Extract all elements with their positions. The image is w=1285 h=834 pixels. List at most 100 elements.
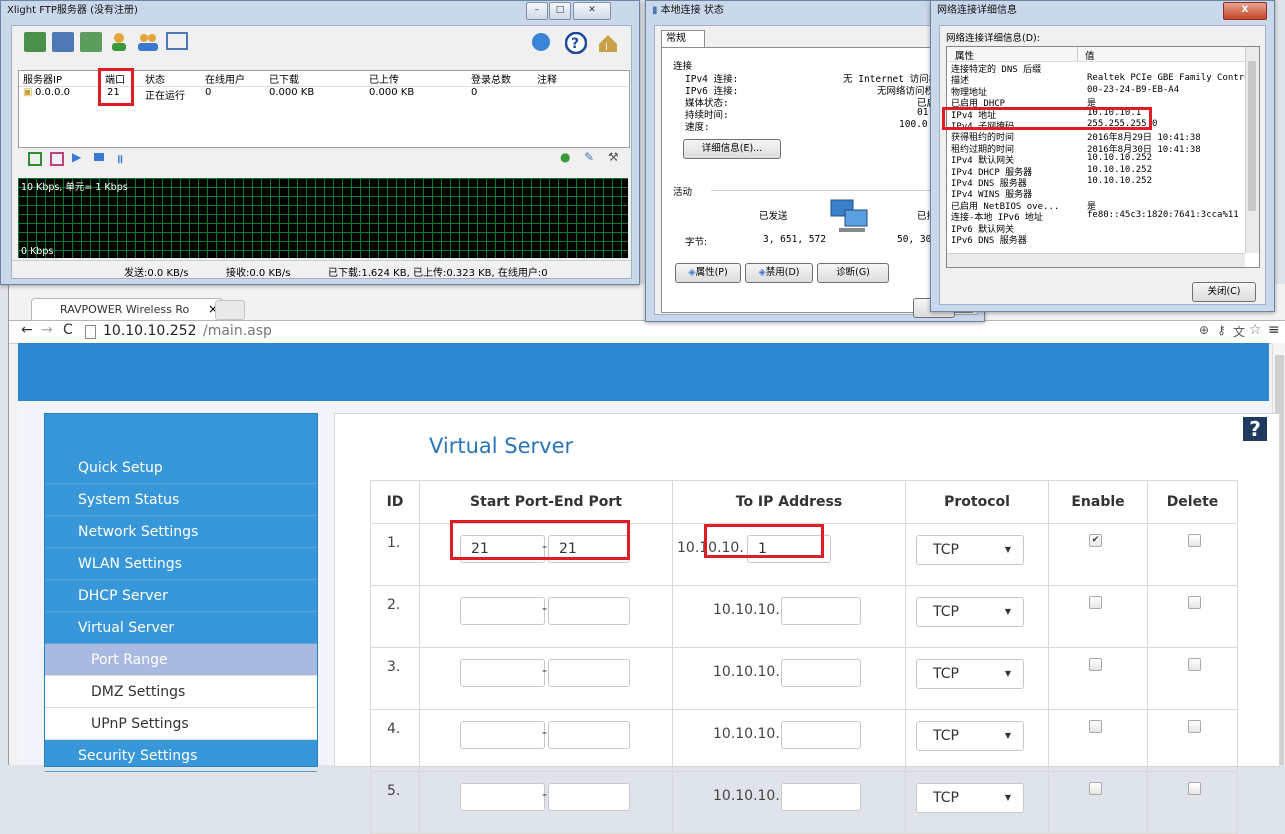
ip-last-octet-input[interactable] xyxy=(781,721,861,749)
protocol-select[interactable]: TCP xyxy=(916,659,1024,689)
protocol-select[interactable]: TCP xyxy=(916,597,1024,627)
remove-server-icon[interactable] xyxy=(52,32,74,52)
sidebar-item-dhcp-server[interactable]: DHCP Server xyxy=(45,580,317,612)
header-value[interactable]: 值 xyxy=(1085,48,1095,62)
menu-icon[interactable]: ≡ xyxy=(1268,322,1280,338)
header-uploaded[interactable]: 已上传 xyxy=(369,71,399,86)
detail-row-value[interactable]: 00-23-24-B9-EB-A4 xyxy=(1087,85,1179,95)
detail-row-value[interactable]: 10.10.10.252 xyxy=(1087,165,1152,175)
info-icon[interactable]: i xyxy=(597,32,619,53)
enable-checkbox[interactable]: ✔ xyxy=(1089,534,1102,547)
details-scrollbar[interactable] xyxy=(1245,47,1259,253)
stop-icon[interactable] xyxy=(50,152,64,166)
sidebar-item-quick-setup[interactable]: Quick Setup xyxy=(45,452,317,484)
end-port-input[interactable] xyxy=(548,721,630,749)
url-host[interactable]: 10.10.10.252 xyxy=(103,323,197,339)
enable-checkbox[interactable] xyxy=(1089,720,1102,733)
note-icon[interactable]: ✎ xyxy=(584,150,594,164)
header-ip[interactable]: 服务器IP xyxy=(23,71,62,86)
sidebar-item-wlan-settings[interactable]: WLAN Settings xyxy=(45,548,317,580)
delete-checkbox[interactable] xyxy=(1188,658,1201,671)
new-tab-button[interactable] xyxy=(215,300,245,320)
monitor-icon[interactable] xyxy=(166,32,188,50)
end-port-input[interactable] xyxy=(548,659,630,687)
key-icon[interactable]: ⚷ xyxy=(1217,323,1226,337)
ip-last-octet-input[interactable] xyxy=(781,597,861,625)
sidebar-subitem-dmz-settings[interactable]: DMZ Settings xyxy=(45,676,317,708)
cell-logins: 0 xyxy=(471,87,478,98)
detail-row-value[interactable]: 10.10.10.252 xyxy=(1087,153,1152,163)
help-icon[interactable]: ? xyxy=(564,31,588,55)
diagnose-button[interactable]: 诊断(G) xyxy=(817,263,889,283)
star-icon[interactable]: ☆ xyxy=(1249,322,1262,338)
header-downloaded[interactable]: 已下载 xyxy=(269,71,299,86)
disable-button[interactable]: ◈禁用(D) xyxy=(745,263,813,283)
refresh-globe-icon[interactable] xyxy=(530,32,552,52)
header-property[interactable]: 属性 xyxy=(955,48,974,62)
detail-row-property[interactable]: IPv6 DNS 服务器 xyxy=(951,233,1027,246)
end-port-input[interactable] xyxy=(548,783,630,811)
enable-checkbox[interactable] xyxy=(1089,596,1102,609)
sidebar-item-network-settings[interactable]: Network Settings xyxy=(45,516,317,548)
details-button[interactable]: 详细信息(E)... xyxy=(683,139,781,159)
protocol-select[interactable]: TCP xyxy=(916,535,1024,565)
start-icon[interactable] xyxy=(28,152,42,166)
ip-last-octet-input[interactable] xyxy=(781,783,861,811)
detail-row-value[interactable]: fe80::45c3:1820:7641:3cca%11 xyxy=(1087,210,1239,220)
tools-icon[interactable]: ⚒ xyxy=(608,150,619,164)
start-port-input[interactable] xyxy=(460,721,545,749)
back-arrow-icon[interactable]: ← xyxy=(21,322,33,338)
enable-checkbox[interactable] xyxy=(1089,782,1102,795)
sidebar-item-security-settings[interactable]: Security Settings xyxy=(45,740,317,772)
maximize-button[interactable]: □ xyxy=(549,2,571,20)
network-computers-icon xyxy=(827,198,877,239)
header-status[interactable]: 状态 xyxy=(145,71,165,86)
edit-server-icon[interactable] xyxy=(80,32,102,52)
delete-checkbox[interactable] xyxy=(1188,534,1201,547)
enable-checkbox[interactable] xyxy=(1089,658,1102,671)
sidebar-subitem-upnp-settings[interactable]: UPnP Settings xyxy=(45,708,317,740)
sidebar-subitem-port-range[interactable]: Port Range xyxy=(45,644,317,676)
delete-checkbox[interactable] xyxy=(1188,596,1201,609)
pause-icon[interactable]: ॥ xyxy=(116,150,123,167)
tab-general[interactable]: 常规 xyxy=(661,30,705,47)
sidebar-item-virtual-server[interactable]: Virtual Server xyxy=(45,612,317,644)
minimize-button[interactable]: – xyxy=(526,2,548,20)
start-port-input[interactable] xyxy=(460,659,545,687)
browser-tab[interactable]: RAVPOWER Wireless Ro × xyxy=(31,298,223,321)
help-button[interactable]: ? xyxy=(1243,417,1267,441)
start-port-input[interactable] xyxy=(460,783,545,811)
shield-icon: ◈ xyxy=(758,267,766,278)
url-path[interactable]: /main.asp xyxy=(203,323,272,339)
ip-last-octet-input[interactable] xyxy=(781,659,861,687)
reload-icon[interactable]: C xyxy=(63,322,73,338)
protocol-select[interactable]: TCP xyxy=(916,721,1024,751)
list-icon[interactable] xyxy=(94,153,104,161)
delete-checkbox[interactable] xyxy=(1188,782,1201,795)
header-logins[interactable]: 登录总数 xyxy=(471,71,511,86)
delete-checkbox[interactable] xyxy=(1188,720,1201,733)
details-client: 网络连接详细信息(D): 属性 值 连接特定的 DNS 后缀 描述 Realtek … xyxy=(939,25,1266,305)
play-icon[interactable]: ▶ xyxy=(72,150,81,164)
detail-row-value[interactable]: Realtek PCIe GBE Family Contro xyxy=(1087,73,1250,83)
properties-button[interactable]: ◈属性(P) xyxy=(675,263,741,283)
protocol-select[interactable]: TCP xyxy=(916,783,1024,813)
forward-arrow-icon[interactable]: → xyxy=(41,322,53,338)
detail-row-value[interactable]: 10.10.10.252 xyxy=(1087,176,1152,186)
zoom-icon[interactable]: ⊕ xyxy=(1199,323,1209,337)
header-note[interactable]: 注释 xyxy=(537,71,557,86)
details-hscrollbar[interactable] xyxy=(947,253,1245,267)
translate-icon[interactable]: 文 xyxy=(1233,323,1245,340)
user-icon[interactable] xyxy=(108,32,130,52)
sidebar-item-system-status[interactable]: System Status xyxy=(45,484,317,516)
group-icon[interactable] xyxy=(136,32,158,52)
end-port-input[interactable] xyxy=(548,597,630,625)
user-small-icon[interactable]: ● xyxy=(560,150,570,164)
close-button[interactable]: ✕ xyxy=(573,2,611,20)
start-port-input[interactable] xyxy=(460,597,545,625)
details-close-button[interactable]: 关闭(C) xyxy=(1192,282,1256,302)
close-x-button[interactable]: X xyxy=(1223,2,1267,20)
table-row: 4. - 10.10.10. TCP xyxy=(370,709,1238,772)
add-server-icon[interactable] xyxy=(24,32,46,52)
header-online[interactable]: 在线用户 xyxy=(205,71,245,86)
